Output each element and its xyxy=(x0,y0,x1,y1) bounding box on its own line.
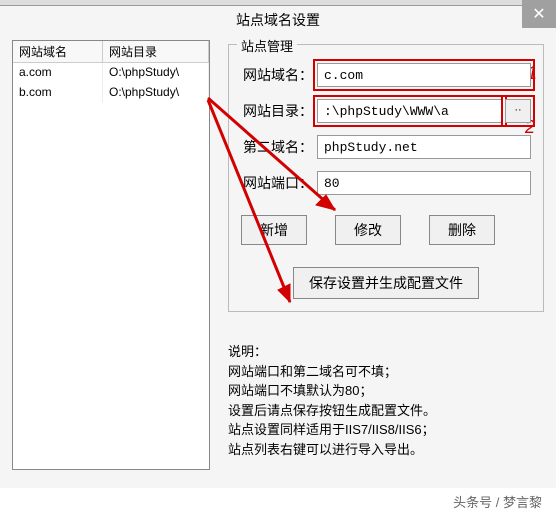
browse-button[interactable]: ·· xyxy=(505,99,531,123)
row-second: 第二域名： xyxy=(241,135,531,159)
label-domain: 网站域名： xyxy=(241,65,317,85)
second-domain-input[interactable] xyxy=(317,135,531,159)
window-title: 站点域名设置 xyxy=(236,10,320,30)
edit-button[interactable]: 修改 xyxy=(335,215,401,245)
button-row: 新增 修改 删除 xyxy=(241,215,531,245)
row-domain: 网站域名： xyxy=(241,63,531,87)
site-manage-group: 站点管理 1 2 网站域名： 网站目录： ·· 第二域名： 网站端口： xyxy=(228,44,544,312)
footer-watermark: 头条号 / 梦言黎 xyxy=(0,488,556,515)
note-line: 网站端口不填默认为80； xyxy=(228,381,544,401)
save-config-button[interactable]: 保存设置并生成配置文件 xyxy=(293,267,479,299)
dir-input[interactable] xyxy=(317,99,503,123)
port-input[interactable] xyxy=(317,171,531,195)
content-area: 网站域名 网站目录 a.com O:\phpStudy\ b.com O:\ph… xyxy=(0,34,556,493)
col-dir[interactable]: 网站目录 xyxy=(103,41,209,63)
delete-button[interactable]: 删除 xyxy=(429,215,495,245)
app-window: 站点域名设置 ✕ 网站域名 网站目录 a.com O:\phpStudy\ b.… xyxy=(0,0,556,515)
add-button[interactable]: 新增 xyxy=(241,215,307,245)
cell-dir: O:\phpStudy\ xyxy=(103,83,209,103)
label-port: 网站端口： xyxy=(241,173,317,193)
note-title: 说明： xyxy=(228,342,544,362)
row-port: 网站端口： xyxy=(241,171,531,195)
note-line: 站点列表右键可以进行导入导出。 xyxy=(228,440,544,460)
label-dir: 网站目录： xyxy=(241,101,317,121)
cell-domain: b.com xyxy=(13,83,103,103)
site-table[interactable]: 网站域名 网站目录 a.com O:\phpStudy\ b.com O:\ph… xyxy=(12,40,210,470)
note-line: 站点设置同样适用于IIS7/IIS8/IIS6； xyxy=(228,420,544,440)
row-dir: 网站目录： ·· xyxy=(241,99,531,123)
domain-input[interactable] xyxy=(317,63,531,87)
close-button[interactable]: ✕ xyxy=(522,0,556,28)
table-row[interactable]: b.com O:\phpStudy\ xyxy=(13,83,209,103)
note-line: 设置后请点保存按钮生成配置文件。 xyxy=(228,401,544,421)
left-panel: 网站域名 网站目录 a.com O:\phpStudy\ b.com O:\ph… xyxy=(12,40,210,493)
titlebar: 站点域名设置 ✕ xyxy=(0,6,556,34)
table-row[interactable]: a.com O:\phpStudy\ xyxy=(13,63,209,83)
cell-domain: a.com xyxy=(13,63,103,83)
cell-dir: O:\phpStudy\ xyxy=(103,63,209,83)
group-legend: 站点管理 xyxy=(237,36,297,55)
right-panel: 站点管理 1 2 网站域名： 网站目录： ·· 第二域名： 网站端口： xyxy=(228,40,544,493)
help-note: 说明： 网站端口和第二域名可不填； 网站端口不填默认为80； 设置后请点保存按钮… xyxy=(228,342,544,459)
col-domain[interactable]: 网站域名 xyxy=(13,41,103,63)
note-line: 网站端口和第二域名可不填； xyxy=(228,362,544,382)
label-second-domain: 第二域名： xyxy=(241,137,317,157)
table-header: 网站域名 网站目录 xyxy=(13,41,209,63)
